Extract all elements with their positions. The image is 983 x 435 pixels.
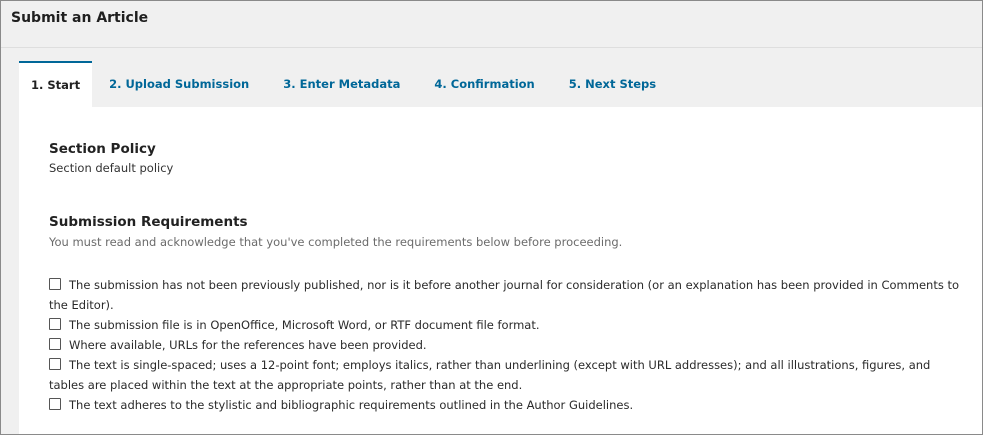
requirement-text: Where available, URLs for the references… [69,338,427,352]
tab-panel-start: Section Policy Section default policy Su… [19,107,982,434]
requirement-checkbox[interactable] [49,338,61,350]
section-policy-text: Section default policy [49,161,174,175]
submission-wizard: Submit an Article 1. Start 2. Upload Sub… [0,0,983,435]
section-policy-heading: Section Policy [49,141,156,157]
requirement-item: The submission file is in OpenOffice, Mi… [49,315,959,335]
requirement-checkbox[interactable] [49,358,61,370]
submission-requirements-heading: Submission Requirements [49,214,248,230]
requirements-list: The submission has not been previously p… [49,275,959,415]
page-title: Submit an Article [11,10,149,26]
requirement-text: The submission has not been previously p… [49,278,960,312]
title-divider [1,47,982,48]
requirement-text: The text adheres to the stylistic and bi… [69,398,634,412]
requirement-checkbox[interactable] [49,318,61,330]
requirement-text: The submission file is in OpenOffice, Mi… [69,318,540,332]
submission-requirements-intro: You must read and acknowledge that you'v… [49,235,623,249]
tab-confirmation[interactable]: 4. Confirmation [417,61,551,107]
wizard-tabs: 1. Start 2. Upload Submission 3. Enter M… [19,61,673,107]
tab-next-steps[interactable]: 5. Next Steps [552,61,673,107]
tab-upload-submission[interactable]: 2. Upload Submission [92,61,266,107]
requirement-item: Where available, URLs for the references… [49,335,959,355]
requirement-checkbox[interactable] [49,278,61,290]
requirement-checkbox[interactable] [49,398,61,410]
requirement-item: The text is single-spaced; uses a 12-poi… [49,355,959,395]
requirement-item: The text adheres to the stylistic and bi… [49,395,959,415]
tab-enter-metadata[interactable]: 3. Enter Metadata [266,61,417,107]
requirement-item: The submission has not been previously p… [49,275,959,315]
requirement-text: The text is single-spaced; uses a 12-poi… [49,358,931,392]
tab-start[interactable]: 1. Start [19,61,93,107]
